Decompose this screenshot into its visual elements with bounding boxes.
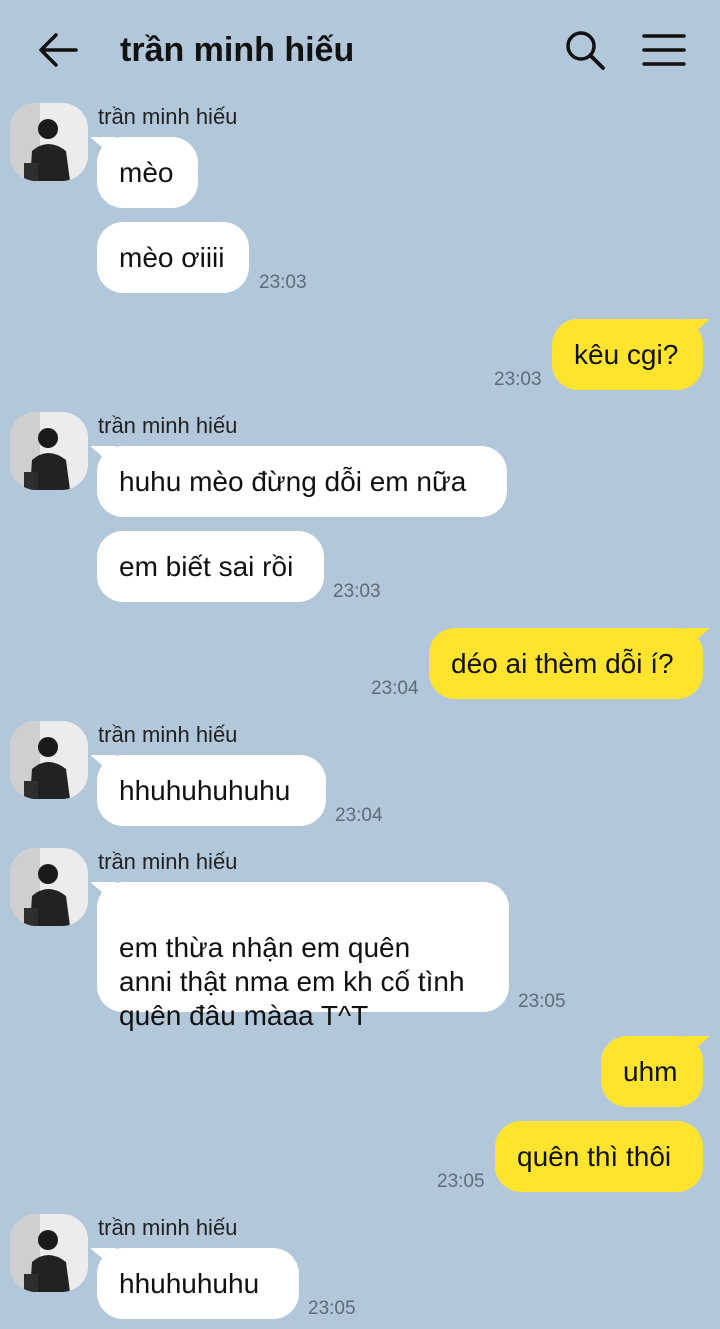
avatar[interactable] <box>10 1214 88 1292</box>
message-bubble-incoming[interactable]: em biết sai rồi <box>97 531 324 602</box>
message-text: em biết sai rồi <box>119 551 294 582</box>
message-time: 23:05 <box>518 991 566 1012</box>
sender-name: trần minh hiếu <box>98 413 238 438</box>
message-time: 23:03 <box>333 581 381 602</box>
profile-photo <box>10 848 88 926</box>
message-text: hhuhuhuhu <box>119 1268 260 1299</box>
message-time: 23:04 <box>335 805 383 826</box>
avatar[interactable] <box>10 721 88 799</box>
sender-name: trần minh hiếu <box>98 722 238 747</box>
back-button[interactable] <box>36 28 80 72</box>
message-text: huhu mèo đừng dỗi em nữa <box>119 466 467 497</box>
message-time: 23:05 <box>437 1171 485 1192</box>
profile-photo <box>10 721 88 799</box>
message-bubble-outgoing[interactable]: uhm <box>601 1036 703 1107</box>
chat-header: trần minh hiếu <box>0 0 720 100</box>
profile-photo <box>10 1214 88 1292</box>
avatar[interactable] <box>10 412 88 490</box>
avatar[interactable] <box>10 848 88 926</box>
message-text: quên thì thôi <box>517 1141 672 1172</box>
chat-title: trần minh hiếu <box>120 31 355 69</box>
message-bubble-incoming[interactable]: hhuhuhuhuhu <box>97 755 326 826</box>
menu-button[interactable] <box>642 30 686 70</box>
profile-photo <box>10 103 88 181</box>
sender-name: trần minh hiếu <box>98 1215 238 1240</box>
message-time: 23:03 <box>259 272 307 293</box>
message-bubble-outgoing[interactable]: quên thì thôi <box>495 1121 703 1192</box>
message-bubble-incoming[interactable]: mèo <box>97 137 198 208</box>
message-time: 23:05 <box>308 1298 356 1319</box>
message-text: mèo ơiiii <box>119 242 225 273</box>
message-time: 23:04 <box>371 678 419 699</box>
message-bubble-incoming[interactable]: hhuhuhuhu <box>97 1248 299 1319</box>
message-bubble-incoming[interactable]: huhu mèo đừng dỗi em nữa <box>97 446 507 517</box>
search-icon <box>566 31 605 70</box>
message-text: hhuhuhuhuhu <box>119 775 291 806</box>
avatar[interactable] <box>10 103 88 181</box>
message-bubble-outgoing[interactable]: déo ai thèm dỗi í? <box>429 628 703 699</box>
message-text: kêu cgi? <box>574 339 679 370</box>
sender-name: trần minh hiếu <box>98 104 238 129</box>
message-text: uhm <box>623 1056 678 1087</box>
arrow-left-icon <box>39 33 78 67</box>
message-bubble-outgoing[interactable]: kêu cgi? <box>552 319 703 390</box>
message-bubble-incoming[interactable]: mèo ơiiii <box>97 222 249 293</box>
message-text: déo ai thèm dỗi í? <box>451 648 674 679</box>
sender-name: trần minh hiếu <box>98 849 238 874</box>
message-text: em thừa nhận em quên anni thật nma em kh… <box>119 932 465 1031</box>
hamburger-menu-icon <box>642 34 686 66</box>
message-bubble-incoming[interactable]: em thừa nhận em quên anni thật nma em kh… <box>97 882 509 1031</box>
message-time: 23:03 <box>494 369 542 390</box>
message-text: mèo <box>119 157 174 188</box>
profile-photo <box>10 412 88 490</box>
search-button[interactable] <box>562 27 608 73</box>
